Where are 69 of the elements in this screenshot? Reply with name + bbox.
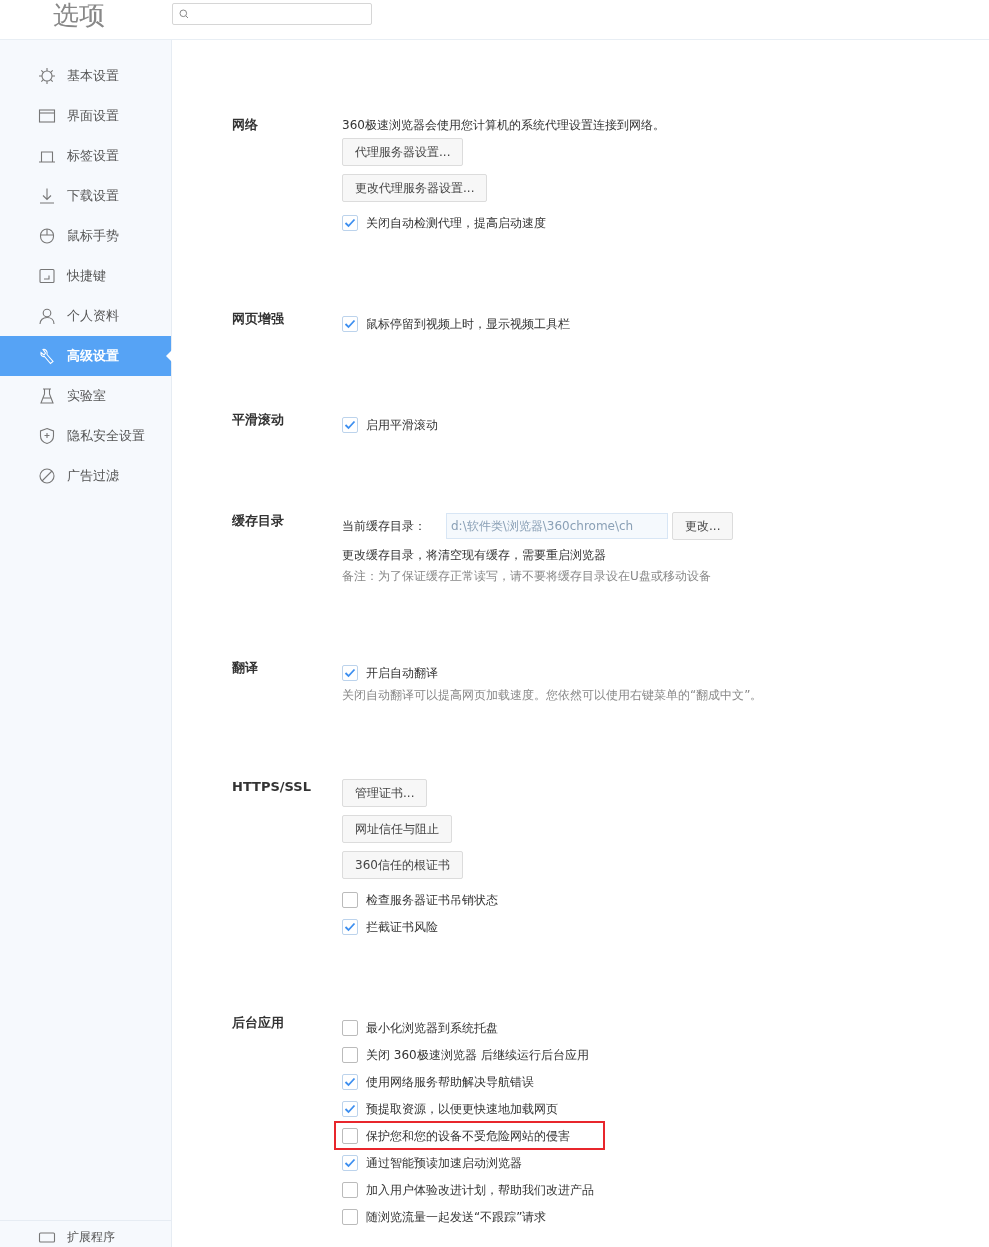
block-icon: [38, 467, 56, 485]
checkbox-label: 鼠标停留到视频上时，显示视频工具栏: [366, 315, 570, 332]
settings-button[interactable]: 360信任的根证书: [342, 851, 463, 879]
checkbox-label: 保护您和您的设备不受危险网站的侵害: [366, 1127, 570, 1144]
checkbox-label: 随浏览流量一起发送“不跟踪”请求: [366, 1208, 547, 1225]
description-text: 360极速浏览器会使用您计算机的系统代理设置连接到网络。: [342, 117, 665, 134]
checkbox-label: 加入用户体验改进计划，帮助我们改进产品: [366, 1181, 594, 1198]
section-title: 平滑滚动: [232, 411, 285, 429]
sidebar-item[interactable]: 实验室: [0, 376, 171, 416]
checkbox[interactable]: [342, 918, 358, 935]
checkbox-label: 使用网络服务帮助解决导航错误: [366, 1073, 534, 1090]
wrench-icon: [38, 347, 56, 365]
checkbox[interactable]: [342, 416, 358, 433]
checkbox-label: 预提取资源，以便更快速地加载网页: [366, 1100, 558, 1117]
description-text: 更改缓存目录，将清空现有缓存，需要重启浏览器: [342, 547, 607, 564]
sidebar-item[interactable]: 标签设置: [0, 136, 171, 176]
settings-button[interactable]: 更改代理服务器设置...: [342, 174, 488, 202]
flask-icon: [38, 387, 56, 405]
sidebar-item[interactable]: 快捷键: [0, 256, 171, 296]
window-icon: [38, 107, 56, 125]
checkbox[interactable]: [342, 315, 358, 332]
shield-icon: [38, 427, 56, 445]
search-icon: [179, 9, 189, 19]
sidebar-item[interactable]: 界面设置: [0, 96, 171, 136]
checkbox-label: 拦截证书风险: [366, 918, 438, 935]
section-title: 缓存目录: [232, 512, 285, 530]
checkbox[interactable]: [342, 1073, 358, 1090]
sidebar-item[interactable]: 隐私安全设置: [0, 416, 171, 456]
checkbox[interactable]: [342, 891, 358, 908]
checkbox-label: 关闭自动检测代理，提高启动速度: [366, 214, 546, 231]
note-text: 备注：为了保证缓存正常读写，请不要将缓存目录设在U盘或移动设备: [342, 568, 712, 585]
note-text: 关闭自动翻译可以提高网页加载速度。您依然可以使用右键菜单的“翻成中文”。: [342, 687, 763, 704]
settings-button[interactable]: 管理证书...: [342, 779, 428, 807]
settings-button[interactable]: 代理服务器设置...: [342, 138, 464, 166]
section-title: 翻译: [232, 659, 259, 677]
checkbox[interactable]: [342, 1154, 358, 1171]
sidebar-item[interactable]: 扩展程序: [0, 1229, 171, 1247]
checkbox[interactable]: [342, 1100, 358, 1117]
checkbox-label: 启用平滑滚动: [366, 416, 438, 433]
section-title: 网页增强: [232, 310, 285, 328]
checkbox-label: 关闭 360极速浏览器 后继续运行后台应用: [366, 1046, 589, 1063]
sidebar-item[interactable]: 基本设置: [0, 56, 171, 96]
checkbox-label: 检查服务器证书吊销状态: [366, 891, 498, 908]
person-icon: [38, 307, 56, 325]
mouse-icon: [38, 227, 56, 245]
download-icon: [38, 187, 56, 205]
checkbox-label: 通过智能预读加速启动浏览器: [366, 1154, 522, 1171]
checkbox[interactable]: [342, 1046, 358, 1063]
section-title: 后台应用: [232, 1014, 285, 1032]
sidebar-item[interactable]: 下载设置: [0, 176, 171, 216]
search-field[interactable]: [172, 3, 372, 25]
checkbox-label: 最小化浏览器到系统托盘: [366, 1019, 498, 1036]
checkbox-label: 开启自动翻译: [366, 664, 438, 681]
sidebar-item[interactable]: 个人资料: [0, 296, 171, 336]
sidebar-item[interactable]: 广告过滤: [0, 456, 171, 496]
checkbox[interactable]: [342, 664, 358, 681]
checkbox[interactable]: [342, 214, 358, 231]
settings-button[interactable]: 网址信任与阻止: [342, 815, 452, 843]
checkbox[interactable]: [342, 1208, 358, 1225]
sidebar-item[interactable]: 鼠标手势: [0, 216, 171, 256]
change-button[interactable]: 更改...: [672, 512, 734, 540]
checkbox[interactable]: [342, 1127, 358, 1144]
section-title: 网络: [232, 116, 259, 134]
page-title: 选项: [52, 0, 106, 30]
checkbox[interactable]: [342, 1181, 358, 1198]
field-label: 当前缓存目录：: [342, 517, 427, 535]
section-title: HTTPS/SSL: [232, 778, 312, 796]
checkbox[interactable]: [342, 1019, 358, 1036]
gear-icon: [38, 67, 56, 85]
